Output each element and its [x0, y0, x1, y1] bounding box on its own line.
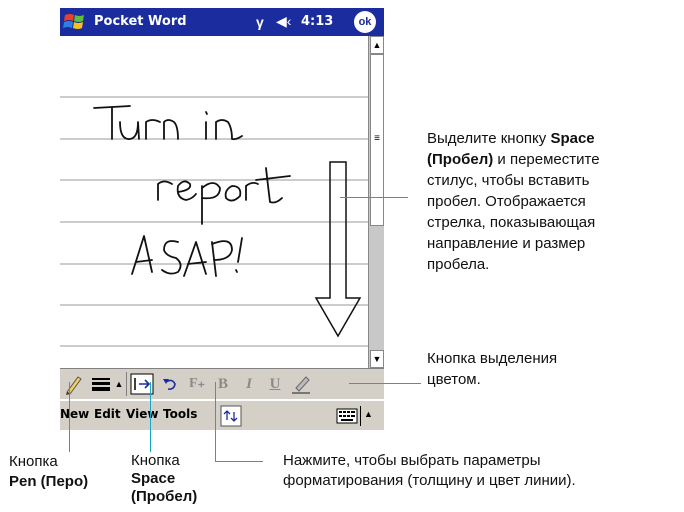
scroll-down-arrow-icon[interactable]: ▼	[370, 350, 384, 368]
bold-button[interactable]: B	[214, 373, 232, 395]
pen-icon[interactable]	[63, 373, 83, 395]
toolbar-divider	[126, 372, 127, 396]
callout-line-space-arrow	[340, 197, 408, 198]
title-bar: Pocket Word γ ◀‹ 4:13 ok	[60, 8, 384, 36]
clock[interactable]: 4:13	[301, 14, 333, 29]
line-width-icon[interactable]	[90, 373, 112, 395]
menu-edit[interactable]: Edit	[94, 407, 121, 421]
menu-bar: New Edit View Tools ▲	[60, 400, 384, 430]
handwriting-report	[157, 167, 291, 225]
windows-start-icon[interactable]	[62, 11, 88, 33]
undo-icon[interactable]	[160, 373, 180, 395]
toolbar-divider	[360, 406, 361, 426]
writing-lines	[60, 96, 368, 347]
scroll-up-arrow-icon[interactable]: ▲	[370, 36, 384, 54]
menu-tools[interactable]: Tools	[163, 407, 197, 421]
line-width-dropdown-icon[interactable]: ▲	[114, 373, 124, 395]
callout-line-highlighter	[349, 383, 421, 384]
callout-space-description: Выделите кнопку Space (Пробел) и перемес…	[427, 130, 600, 273]
signal-icon[interactable]: γ	[256, 14, 264, 30]
italic-button[interactable]: I	[240, 373, 258, 395]
pocket-pc-screen: Pocket Word γ ◀‹ 4:13 ok ▲ ≡ ▼ ▲ F₊ B I …	[60, 8, 384, 430]
font-format-icon[interactable]: F₊	[186, 373, 208, 395]
scroll-thumb[interactable]: ≡	[370, 54, 384, 226]
keyboard-icon[interactable]	[336, 407, 358, 425]
pen-toolbar: ▲ F₊ B I U	[60, 368, 384, 399]
handwriting-asap	[131, 235, 243, 277]
callout-format: Нажмите, чтобы выбрать параметры формати…	[283, 452, 576, 489]
app-title: Pocket Word	[94, 14, 187, 29]
handwriting-turn-in	[93, 105, 243, 141]
callout-line-space-button	[150, 382, 151, 452]
callout-line-pen	[69, 382, 70, 452]
sort-toggle-icon[interactable]	[220, 405, 242, 427]
document-area[interactable]	[60, 36, 368, 368]
ok-button[interactable]: ok	[354, 11, 376, 33]
input-selector-arrow-icon[interactable]: ▲	[364, 409, 373, 419]
callout-highlight: Кнопка выделения цветом.	[427, 350, 558, 388]
callout-space: Кнопка Space (Пробел)	[131, 452, 198, 505]
volume-icon[interactable]: ◀‹	[276, 13, 291, 30]
menu-view[interactable]: View	[126, 407, 158, 421]
menu-new[interactable]: New	[60, 407, 89, 421]
callout-line-format	[215, 382, 216, 462]
highlighter-icon[interactable]	[290, 373, 314, 395]
callout-pen: Кнопка Pen (Перо)	[9, 453, 89, 490]
vertical-scrollbar[interactable]: ▲ ≡ ▼	[368, 36, 384, 368]
space-arrow-icon	[314, 161, 362, 338]
underline-button[interactable]: U	[266, 373, 284, 395]
